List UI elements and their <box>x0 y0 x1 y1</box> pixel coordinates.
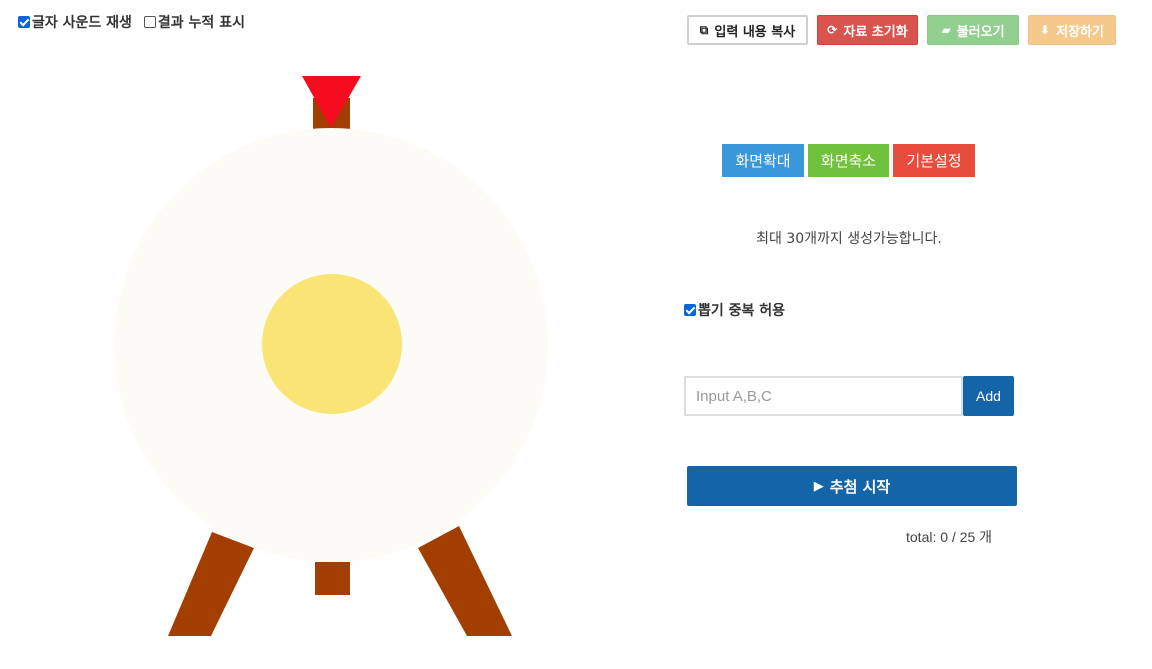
play-icon: ▶ <box>813 478 824 494</box>
duplicate-label: 뽑기 중복 허용 <box>698 303 786 319</box>
copy-input-label: 입력 내용 복사 <box>714 24 796 40</box>
sound-option[interactable]: 글자 사운드 재생 <box>18 12 132 32</box>
load-button[interactable]: ▰ 불러오기 <box>927 15 1019 45</box>
limit-notice: 최대 30개까지 생성가능합니다. <box>756 231 942 247</box>
folder-open-icon: ▰ <box>941 23 951 37</box>
accumulate-label: 결과 누적 표시 <box>157 15 245 31</box>
wheel-center <box>262 274 402 414</box>
save-label: 저장하기 <box>1056 24 1104 40</box>
add-button[interactable]: Add <box>963 376 1014 416</box>
save-button[interactable]: ⬇ 저장하기 <box>1028 15 1116 45</box>
accumulate-option[interactable]: 결과 누적 표시 <box>143 12 245 32</box>
stand-right-leg <box>418 526 512 636</box>
start-draw-button[interactable]: ▶ 추첨 시작 <box>687 466 1017 506</box>
download-icon: ⬇ <box>1040 23 1051 37</box>
start-draw-label: 추첨 시작 <box>829 477 891 496</box>
default-settings-button[interactable]: 기본설정 <box>893 144 975 177</box>
items-input[interactable] <box>684 376 963 416</box>
load-label: 불러오기 <box>956 24 1005 40</box>
total-count: total: 0 / 25 개 <box>906 529 993 545</box>
copy-input-button[interactable]: ⧉ 입력 내용 복사 <box>687 15 808 45</box>
duplicate-checkbox[interactable] <box>684 304 696 316</box>
reset-data-label: 자료 초기화 <box>843 24 908 40</box>
stand-left-leg <box>168 532 254 636</box>
stand-center-post <box>315 562 350 595</box>
pointer-triangle <box>302 76 361 128</box>
sound-label: 글자 사운드 재생 <box>32 15 132 31</box>
reset-data-button[interactable]: ⟳ 자료 초기화 <box>817 15 918 45</box>
copy-icon: ⧉ <box>699 22 709 37</box>
zoom-in-button[interactable]: 화면확대 <box>722 144 804 177</box>
roulette-wheel <box>114 76 548 636</box>
refresh-icon: ⟳ <box>827 23 838 37</box>
accumulate-checkbox[interactable] <box>143 16 156 28</box>
sound-checkbox[interactable] <box>18 16 30 28</box>
duplicate-option[interactable]: 뽑기 중복 허용 <box>684 300 785 320</box>
zoom-out-button[interactable]: 화면축소 <box>808 144 889 177</box>
display-options: 글자 사운드 재생 결과 누적 표시 <box>18 12 257 32</box>
